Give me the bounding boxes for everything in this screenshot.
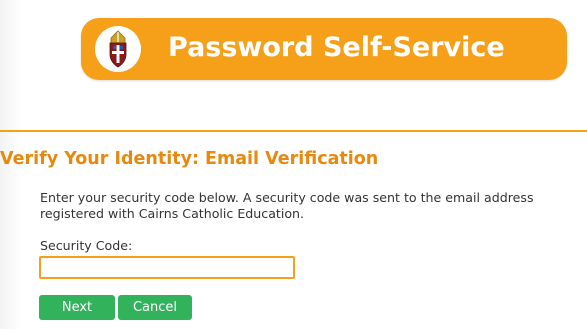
security-code-label: Security Code: (40, 238, 133, 253)
instructions-text: Enter your security code below. A securi… (40, 190, 534, 221)
cancel-button[interactable]: Cancel (118, 295, 192, 320)
section-divider (0, 130, 587, 132)
page-title: Verify Your Identity: Email Verification (0, 149, 379, 169)
next-button[interactable]: Next (39, 295, 115, 320)
security-code-input[interactable] (39, 256, 295, 279)
cathedral-crest-icon (95, 26, 141, 72)
page: Password Self-Service Verify Your Identi… (0, 0, 587, 329)
header-banner: Password Self-Service (81, 18, 567, 80)
header-title: Password Self-Service (168, 32, 505, 63)
